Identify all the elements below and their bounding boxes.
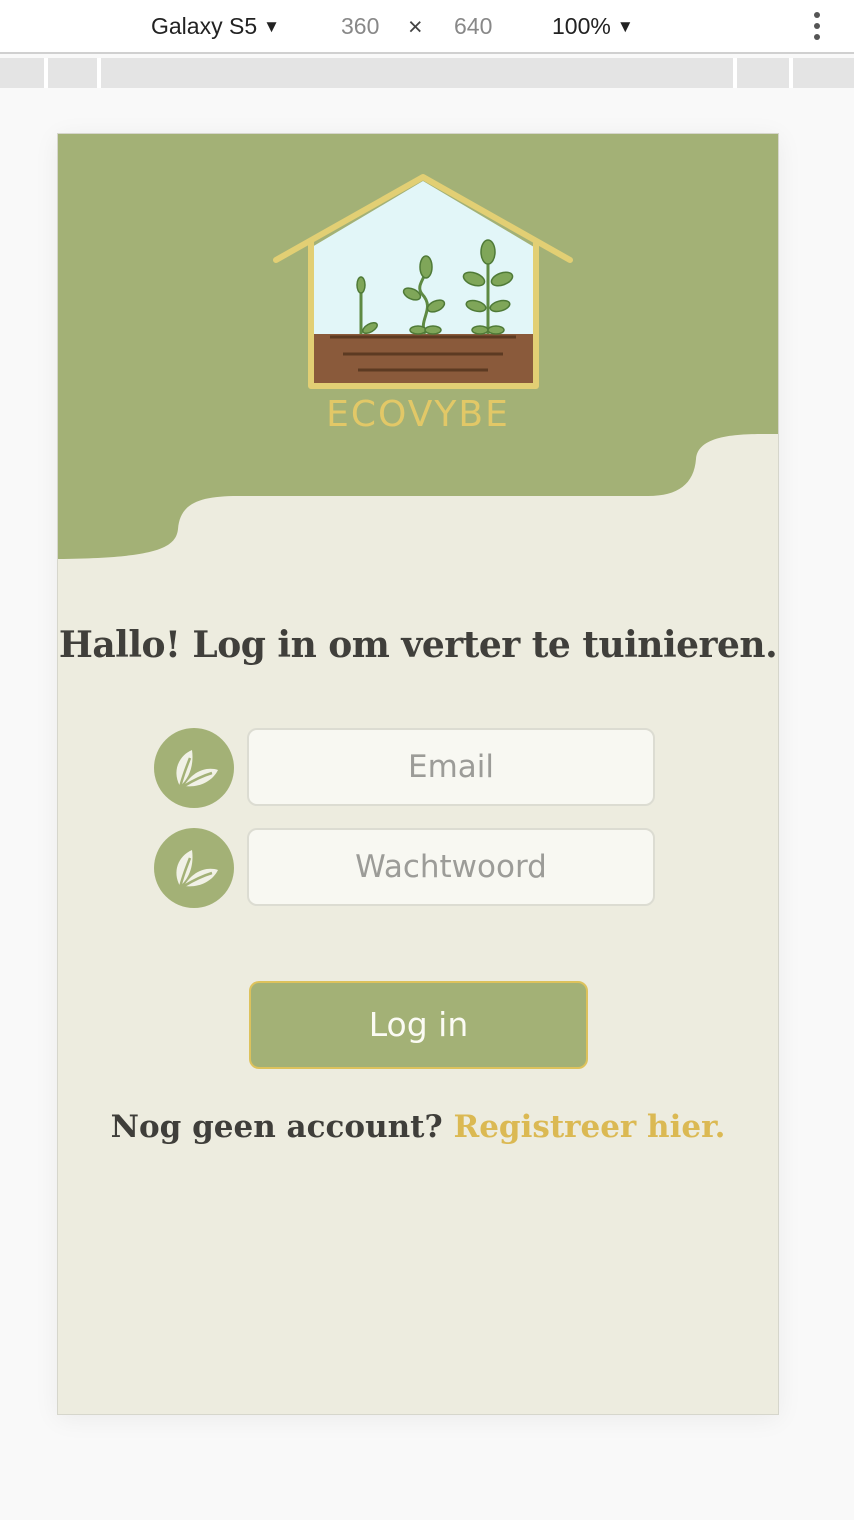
media-query-bar[interactable] — [0, 58, 854, 88]
devtools-device-toolbar: Galaxy S5 ▼ 360 × 640 100% ▼ — [0, 0, 854, 54]
register-link[interactable]: Registreer hier. — [453, 1109, 725, 1145]
zoom-value: 100% — [552, 13, 611, 39]
password-field[interactable] — [247, 828, 655, 906]
kebab-menu-icon[interactable] — [810, 12, 824, 42]
viewport-height-input[interactable]: 640 — [454, 13, 492, 40]
header-green-wave — [58, 134, 778, 559]
viewport-width-input[interactable]: 360 — [341, 13, 379, 40]
caret-down-icon: ▼ — [263, 17, 280, 36]
zoom-select[interactable]: 100% ▼ — [552, 13, 634, 40]
leaf-icon — [154, 828, 234, 908]
device-name: Galaxy S5 — [151, 13, 258, 39]
email-field[interactable] — [247, 728, 655, 806]
device-viewport: ECOVYBE Hallo! Log in om verter te tuini… — [57, 133, 779, 1415]
email-row — [154, 728, 658, 808]
leaf-icon — [154, 728, 234, 808]
dimension-times-icon: × — [408, 13, 423, 41]
password-row — [154, 828, 658, 908]
brand-name: ECOVYBE — [326, 394, 510, 435]
device-select[interactable]: Galaxy S5 ▼ — [151, 13, 280, 40]
page-title: Hallo! Log in om verter te tuinieren. — [58, 624, 778, 666]
register-question: Nog geen account? — [110, 1109, 443, 1145]
login-button[interactable]: Log in — [249, 981, 588, 1069]
register-prompt: Nog geen account? Registreer hier. — [58, 1109, 778, 1145]
caret-down-icon: ▼ — [616, 17, 634, 36]
